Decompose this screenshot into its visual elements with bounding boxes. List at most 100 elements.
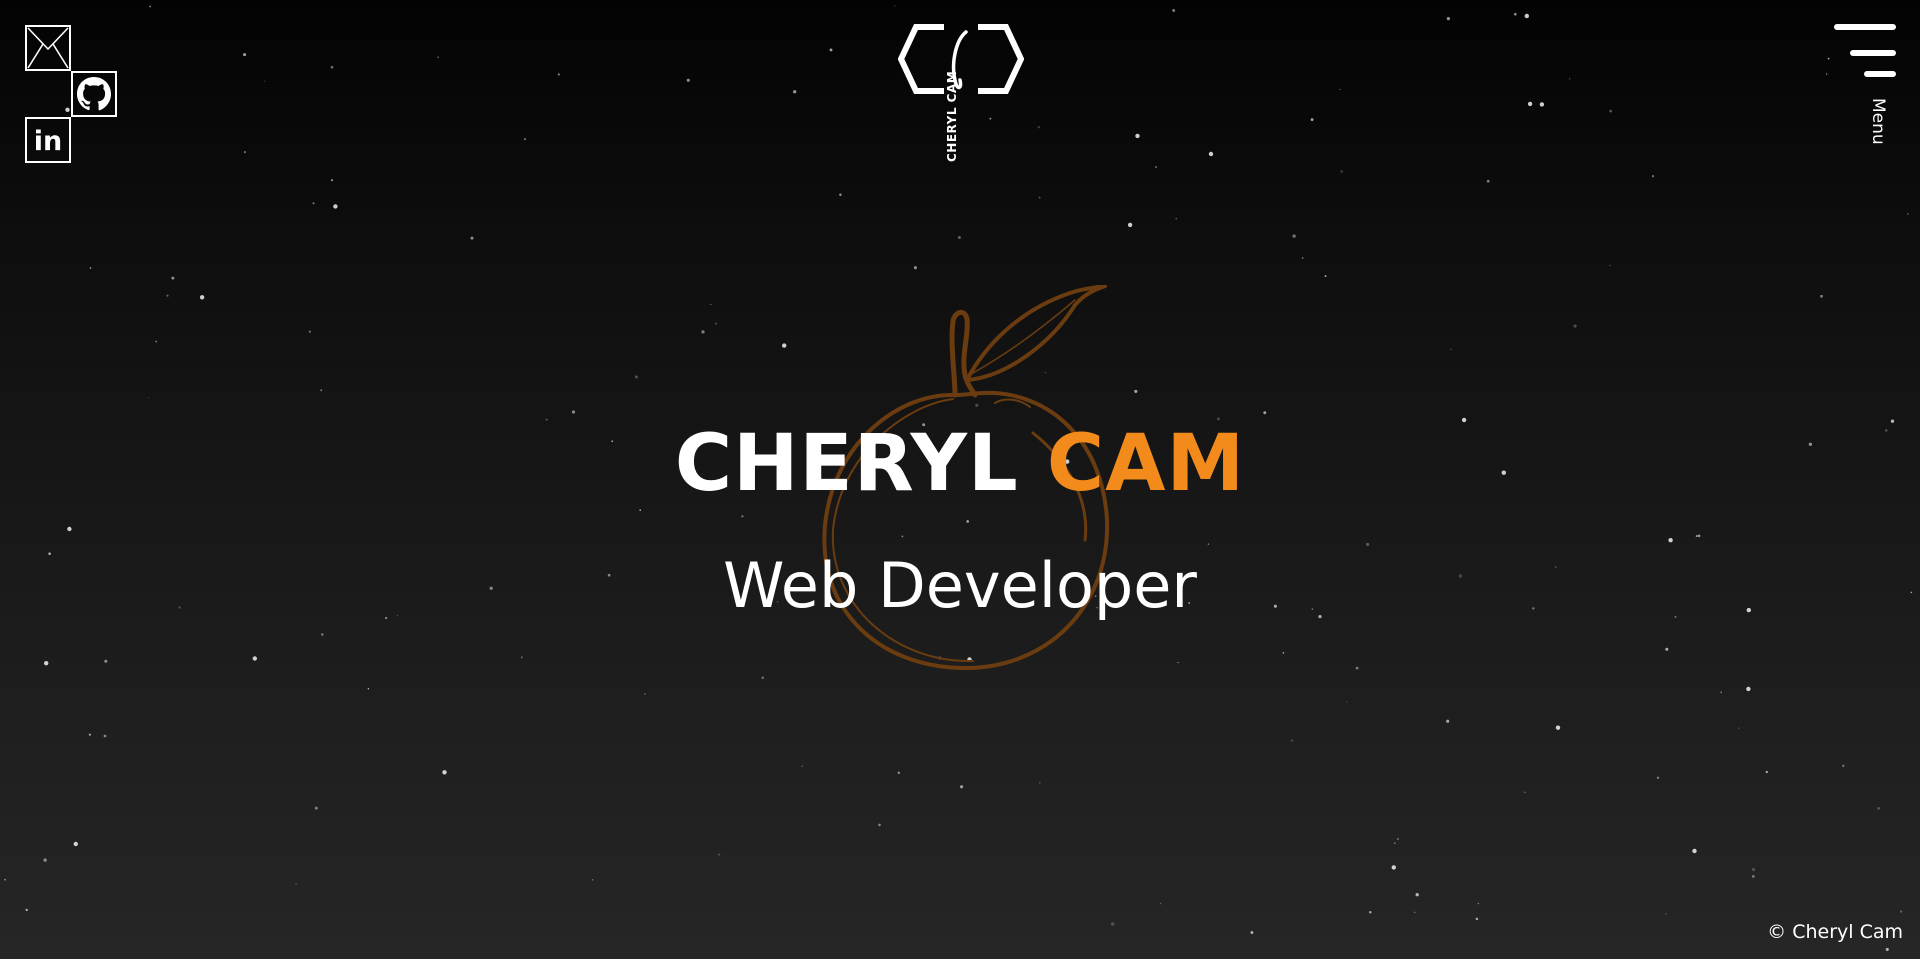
star bbox=[1751, 867, 1756, 872]
email-link[interactable] bbox=[25, 25, 71, 71]
star bbox=[1738, 727, 1740, 729]
star bbox=[761, 676, 764, 680]
star bbox=[520, 656, 523, 659]
star bbox=[793, 90, 797, 94]
star bbox=[1573, 324, 1577, 328]
github-link[interactable] bbox=[71, 71, 117, 117]
star bbox=[1208, 151, 1214, 157]
menu-label: Menu bbox=[1868, 98, 1888, 145]
star bbox=[264, 80, 266, 82]
star bbox=[741, 515, 744, 518]
star bbox=[1324, 275, 1327, 278]
star bbox=[1461, 417, 1467, 423]
star bbox=[312, 202, 315, 205]
star bbox=[1523, 791, 1526, 794]
star bbox=[1827, 57, 1830, 60]
star bbox=[1568, 78, 1571, 80]
star bbox=[710, 303, 712, 306]
star bbox=[1340, 170, 1343, 173]
star bbox=[686, 78, 690, 82]
star bbox=[314, 806, 318, 810]
star bbox=[470, 236, 474, 240]
star bbox=[523, 138, 526, 141]
star bbox=[782, 343, 787, 348]
star bbox=[1765, 770, 1768, 774]
star bbox=[367, 687, 370, 690]
star bbox=[437, 56, 439, 58]
star bbox=[897, 771, 900, 774]
star bbox=[1665, 912, 1668, 915]
star bbox=[1290, 739, 1293, 742]
star bbox=[1038, 782, 1041, 784]
star bbox=[1135, 133, 1140, 139]
star bbox=[1668, 538, 1673, 543]
star bbox=[44, 661, 49, 666]
star bbox=[1172, 9, 1176, 12]
star bbox=[1877, 807, 1880, 810]
star bbox=[1609, 264, 1611, 267]
star bbox=[171, 276, 175, 280]
star bbox=[1346, 701, 1348, 703]
social-links: in bbox=[25, 25, 117, 163]
star bbox=[320, 389, 323, 392]
star bbox=[634, 375, 638, 379]
star bbox=[878, 823, 881, 827]
star bbox=[308, 330, 311, 333]
star bbox=[839, 193, 842, 196]
logo-text: CHERYL CAM bbox=[945, 70, 959, 162]
star bbox=[1900, 910, 1903, 913]
star bbox=[1656, 776, 1660, 780]
star bbox=[1301, 257, 1304, 259]
star bbox=[73, 841, 79, 847]
linkedin-icon-text: in bbox=[34, 126, 62, 157]
star bbox=[1415, 893, 1419, 897]
menu-bar-middle bbox=[1850, 50, 1896, 56]
star bbox=[1263, 411, 1267, 415]
star bbox=[1037, 126, 1040, 129]
star bbox=[957, 236, 961, 239]
star bbox=[1282, 652, 1285, 654]
star bbox=[1746, 686, 1751, 692]
star bbox=[1355, 666, 1359, 670]
star bbox=[442, 770, 447, 775]
star bbox=[1695, 535, 1698, 538]
star bbox=[1159, 902, 1162, 905]
star bbox=[1134, 389, 1138, 393]
star bbox=[199, 295, 205, 300]
star bbox=[1751, 874, 1755, 878]
star bbox=[67, 526, 72, 532]
star bbox=[1486, 179, 1490, 183]
star bbox=[1539, 102, 1545, 107]
star bbox=[1369, 911, 1372, 914]
linkedin-icon: in bbox=[34, 126, 62, 157]
star bbox=[591, 879, 594, 881]
hero-page: in CHERYL CAM Menu CHERYL CAM Web Develo… bbox=[0, 0, 1920, 959]
star bbox=[1524, 13, 1530, 19]
star bbox=[330, 65, 334, 69]
star bbox=[1842, 764, 1845, 768]
star bbox=[321, 633, 324, 636]
hero-subtitle: Web Developer bbox=[723, 549, 1197, 622]
star bbox=[1475, 917, 1479, 921]
star bbox=[1413, 911, 1416, 914]
star bbox=[1391, 865, 1397, 870]
star bbox=[1339, 88, 1341, 91]
star bbox=[243, 150, 247, 154]
star bbox=[1250, 931, 1254, 934]
menu-button[interactable]: Menu bbox=[1832, 24, 1896, 154]
hero-name-last: CAM bbox=[1046, 419, 1246, 509]
linkedin-link[interactable]: in bbox=[25, 117, 71, 163]
star bbox=[644, 693, 646, 695]
star bbox=[103, 734, 107, 738]
star bbox=[1609, 109, 1613, 113]
star bbox=[384, 616, 388, 620]
star bbox=[1665, 647, 1669, 651]
star bbox=[25, 908, 28, 912]
star bbox=[1111, 922, 1115, 926]
mail-icon bbox=[27, 27, 69, 69]
star bbox=[829, 48, 833, 52]
cc-monogram-icon bbox=[898, 24, 1024, 94]
star bbox=[43, 858, 47, 862]
star bbox=[4, 878, 6, 881]
site-logo[interactable]: CHERYL CAM bbox=[898, 24, 1024, 188]
